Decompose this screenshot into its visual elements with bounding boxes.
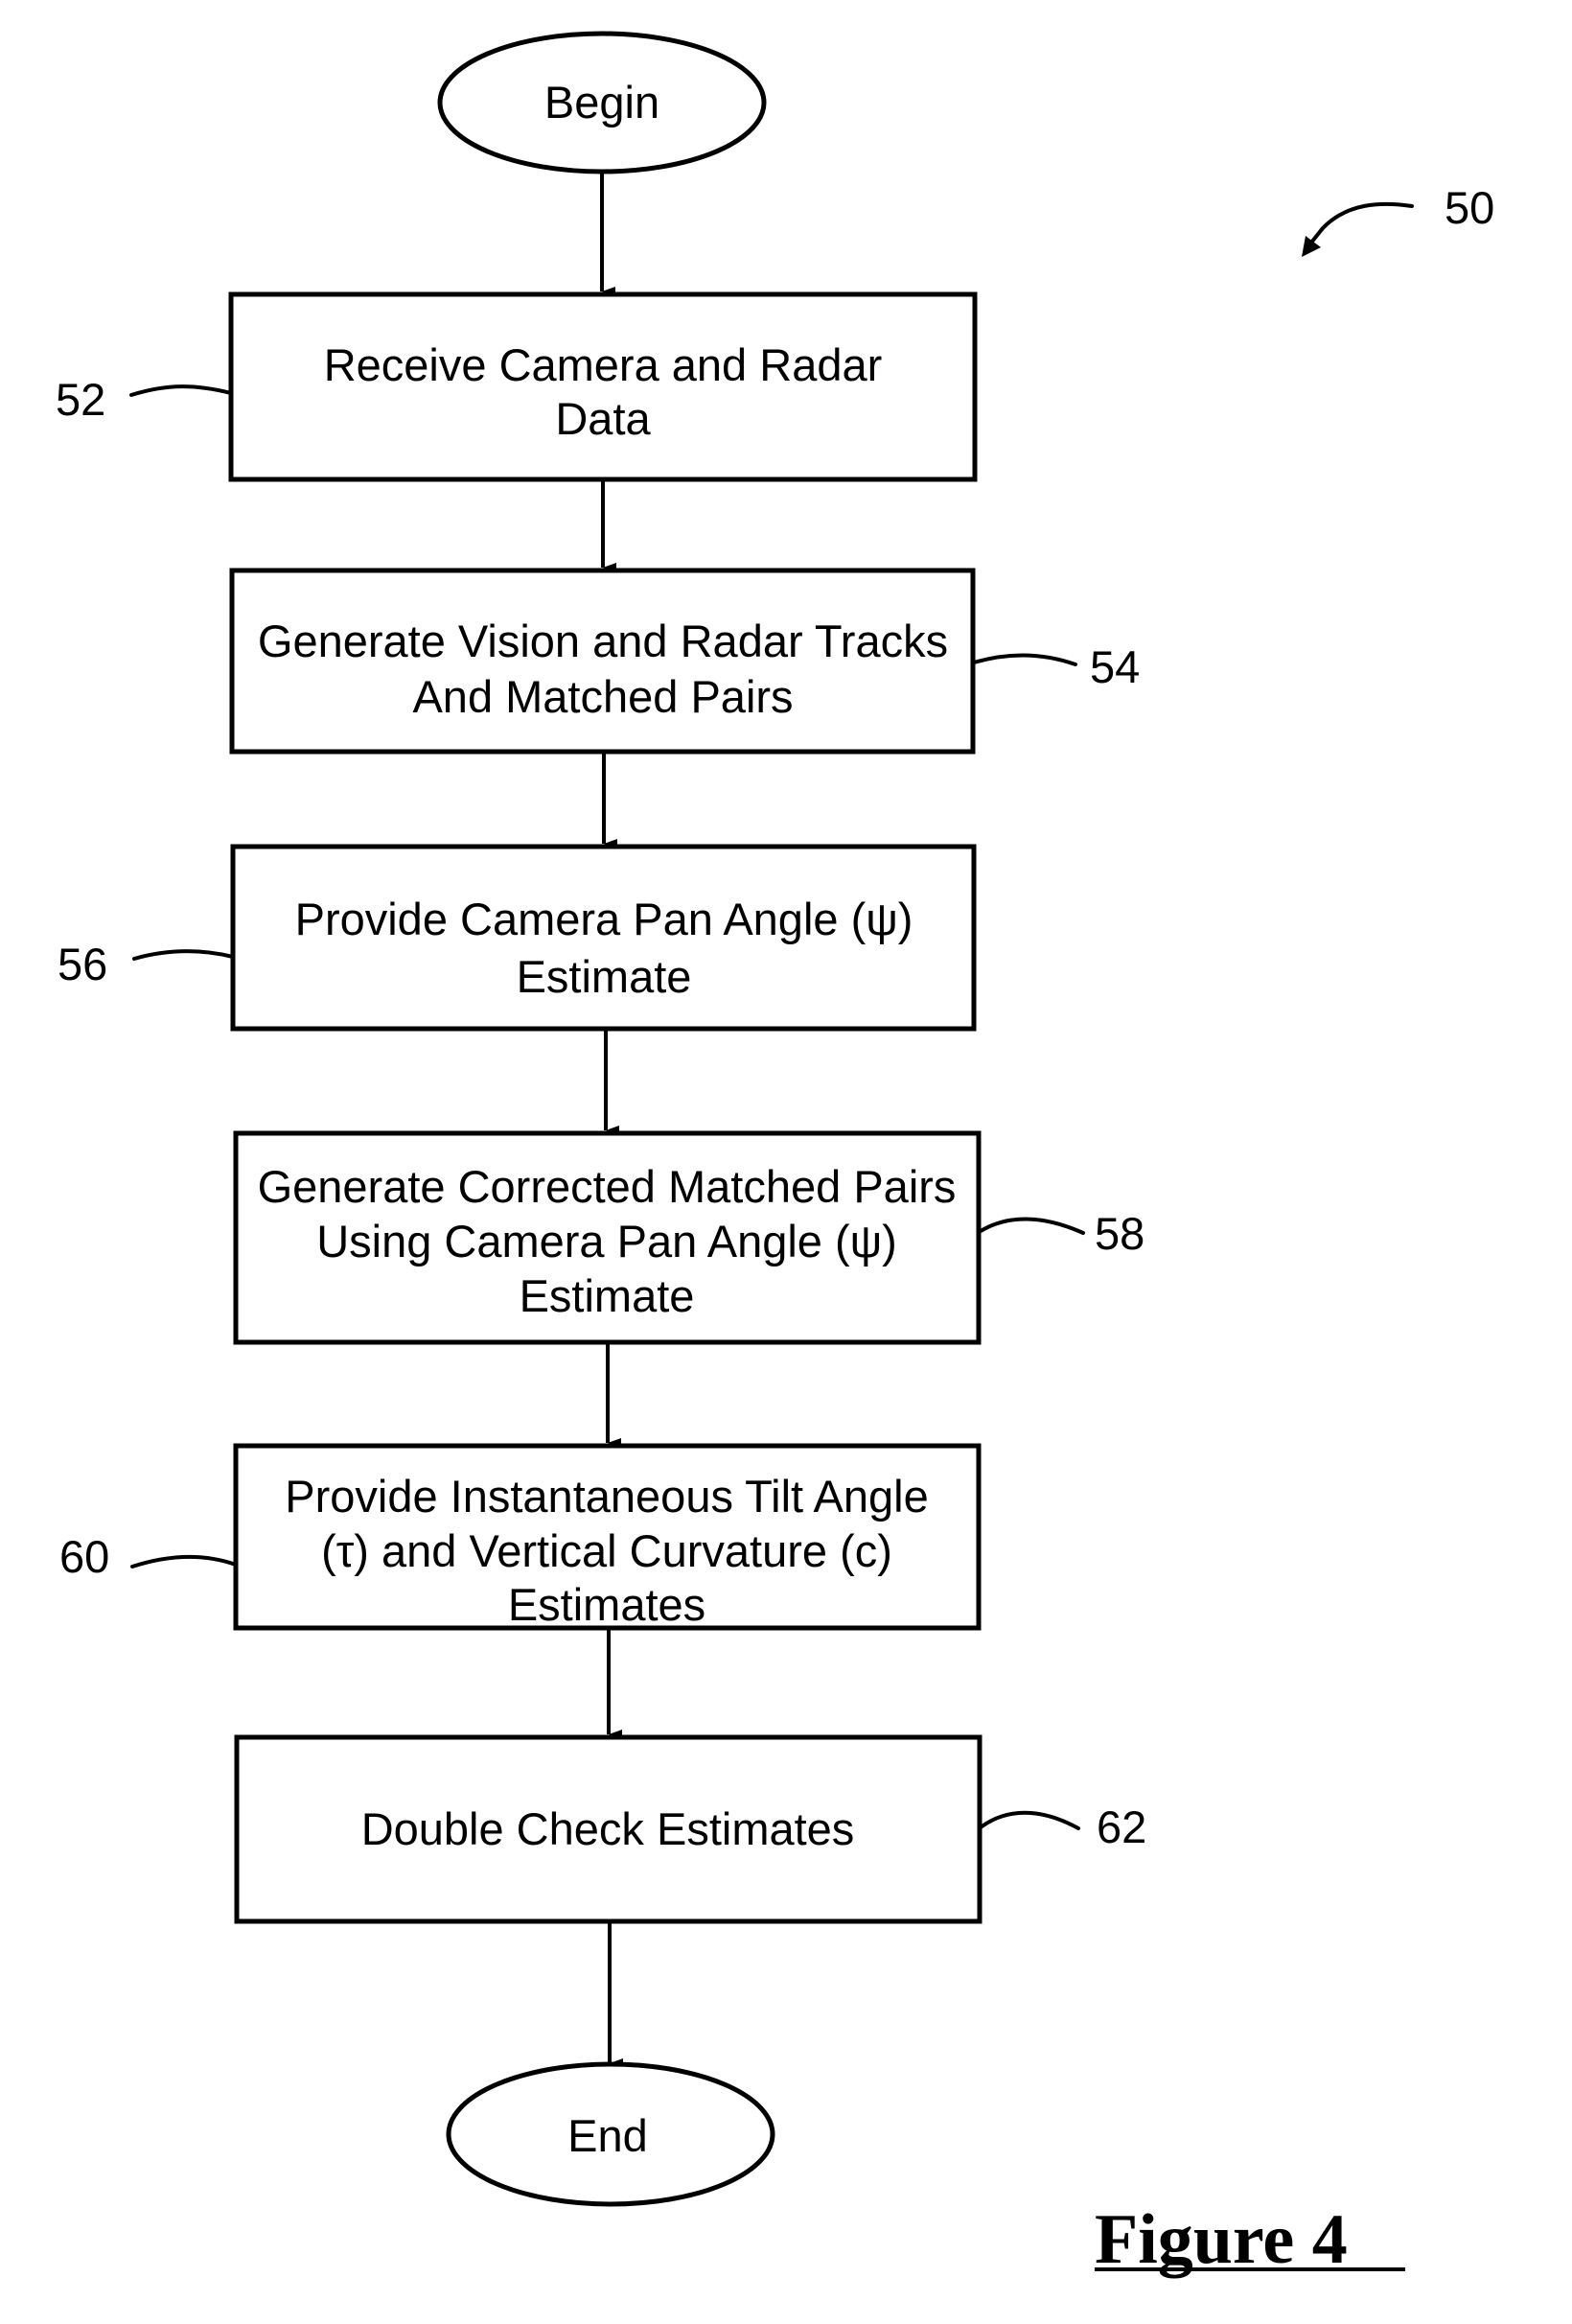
figure-reference-arrow-icon	[1309, 201, 1414, 244]
end-label: End	[567, 2110, 648, 2161]
step-54-reference: 54	[1090, 641, 1140, 692]
step-58-leader-line	[979, 1217, 1085, 1235]
step-62-line-1: Double Check Estimates	[361, 1803, 855, 1854]
start-label: Begin	[544, 77, 659, 128]
figure-reference-label: 50	[1445, 182, 1494, 233]
step-58-reference: 58	[1095, 1208, 1144, 1259]
start-terminal: Begin	[437, 31, 767, 174]
step-62-leader-line	[979, 1810, 1080, 1830]
process-step-54: Generate Vision and Radar Tracks And Mat…	[229, 568, 1140, 755]
figure-reference: 50	[1302, 182, 1494, 257]
step-54-line-2: And Matched Pairs	[412, 671, 793, 722]
step-60-reference: 60	[59, 1531, 109, 1582]
step-58-line-1: Generate Corrected Matched Pairs	[258, 1161, 957, 1212]
step-52-line-1: Receive Camera and Radar	[324, 339, 883, 390]
process-step-58: Generate Corrected Matched Pairs Using C…	[233, 1130, 1144, 1345]
figure-caption: Figure 4	[1095, 2200, 1405, 2279]
step-62-reference: 62	[1097, 1801, 1146, 1852]
step-58-line-2: Using Camera Pan Angle (ψ)	[316, 1216, 897, 1267]
flowchart-canvas: 50 Begin Receive Camera and Radar Data 5…	[56, 31, 1494, 2279]
process-step-60: Provide Instantaneous Tilt Angle (τ) and…	[59, 1443, 982, 1631]
step-52-line-2: Data	[555, 393, 651, 444]
step-56-reference: 56	[58, 939, 107, 989]
step-56-leader-line	[132, 949, 235, 961]
step-54-line-1: Generate Vision and Radar Tracks	[258, 616, 948, 666]
step-60-leader-line	[130, 1554, 238, 1569]
process-step-62: Double Check Estimates 62	[234, 1734, 1146, 1924]
figure-reference-arrowhead-icon	[1302, 236, 1321, 257]
step-60-line-1: Provide Instantaneous Tilt Angle	[285, 1471, 929, 1522]
step-54-leader-line	[972, 653, 1077, 666]
step-60-line-3: Estimates	[508, 1579, 705, 1630]
process-step-52: Receive Camera and Radar Data 52	[56, 291, 978, 482]
step-56-line-1: Provide Camera Pan Angle (ψ)	[295, 894, 913, 944]
step-52-reference: 52	[56, 374, 105, 425]
process-step-56: Provide Camera Pan Angle (ψ) Estimate 56	[58, 844, 977, 1032]
step-52-leader-line	[129, 384, 233, 397]
step-56-line-2: Estimate	[517, 951, 692, 1002]
step-58-line-3: Estimate	[520, 1270, 695, 1321]
end-terminal: End	[446, 2061, 775, 2207]
figure-title: Figure 4	[1095, 2200, 1348, 2279]
step-60-line-2-text: (τ) and Vertical Curvature (c)	[321, 1525, 892, 1576]
